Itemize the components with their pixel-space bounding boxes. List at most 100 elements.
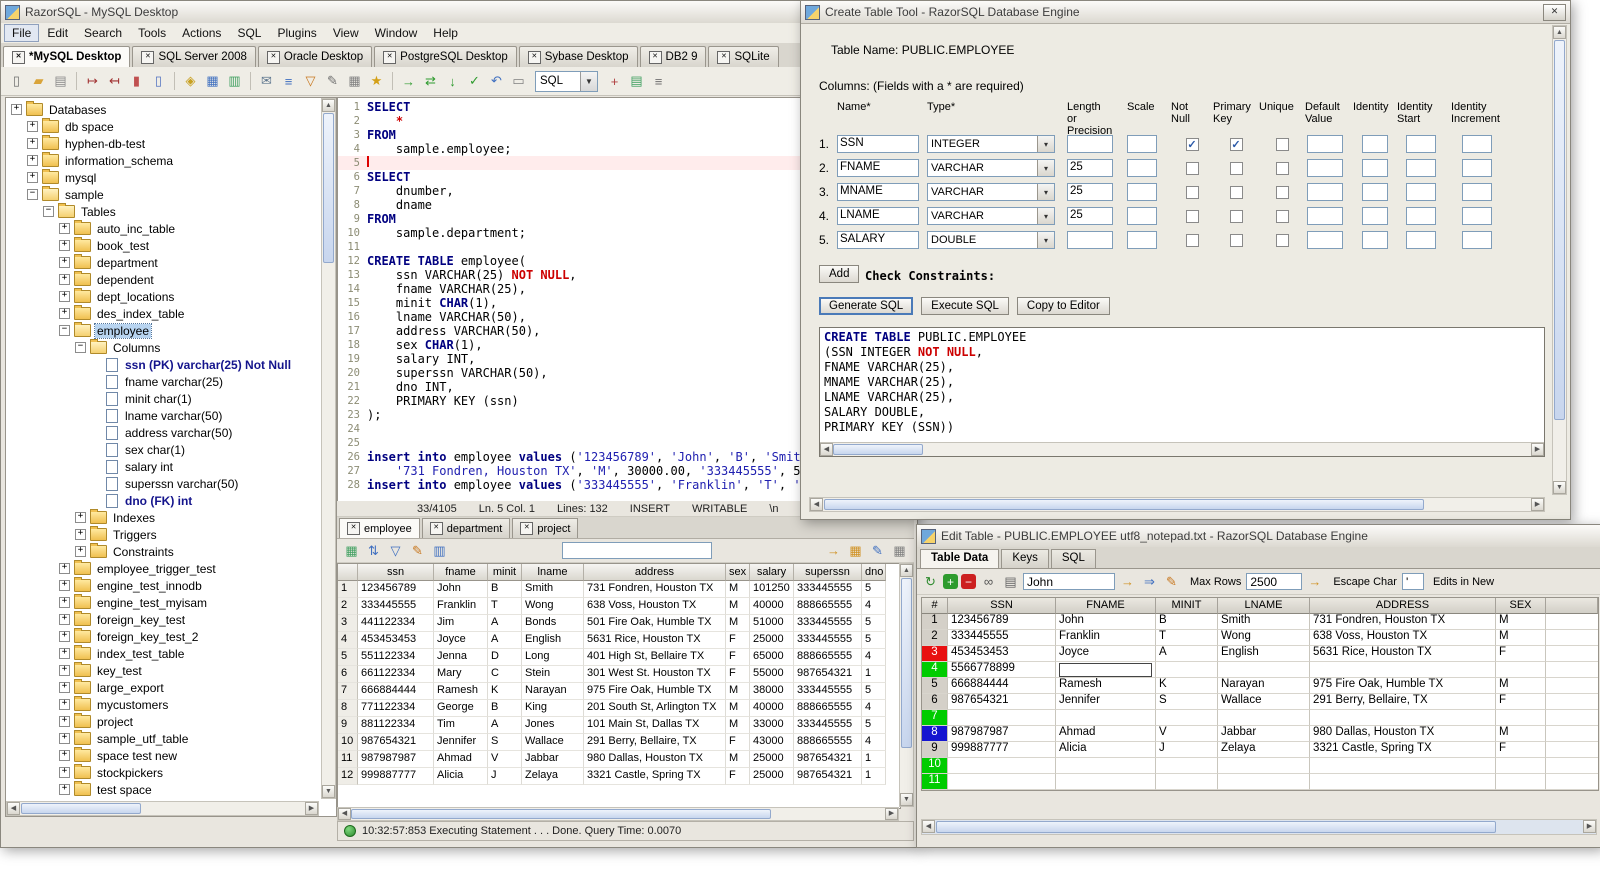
cell[interactable]: S [1156, 694, 1218, 710]
cell[interactable]: 33000 [750, 717, 794, 734]
table-row[interactable]: 3 441122334 Jim A Bonds 501 Fire Oak, Humble … [338, 615, 900, 632]
result-tab[interactable]: ✕ project [512, 518, 579, 538]
menu-tools[interactable]: Tools [130, 24, 174, 42]
cell[interactable]: Ahmad [1056, 726, 1156, 742]
tree-item[interactable]: − employee [7, 322, 320, 339]
results-vertical-scrollbar[interactable]: ▲ ▼ [899, 563, 914, 807]
column-header[interactable]: dno [862, 564, 886, 581]
cell[interactable]: C [488, 666, 522, 683]
cell[interactable]: M [726, 683, 750, 700]
edit-horizontal-scrollbar[interactable]: ◀ ▶ [921, 819, 1597, 835]
results-horizontal-scrollbar[interactable]: ◀ ▶ [337, 807, 899, 821]
collapse-icon[interactable]: − [27, 189, 38, 200]
not-null-checkbox[interactable]: ✓ [1185, 137, 1199, 151]
cell[interactable]: T [488, 598, 522, 615]
sql-horizontal-scrollbar[interactable]: ◀ ▶ [820, 442, 1544, 456]
result-tab[interactable]: ✕ employee [339, 518, 420, 538]
expand-icon[interactable]: + [59, 308, 70, 319]
cell[interactable] [1156, 710, 1218, 726]
cell[interactable]: 3321 Castle, Spring TX [584, 768, 726, 785]
column-header[interactable]: address [584, 564, 726, 581]
cell[interactable] [1218, 662, 1310, 678]
identity-input[interactable] [1362, 159, 1388, 177]
primary-key-checkbox[interactable] [1229, 185, 1243, 199]
expand-icon[interactable]: + [59, 614, 70, 625]
cell[interactable]: 40000 [750, 700, 794, 717]
tree-horizontal-scrollbar[interactable]: ◀ ▶ [6, 801, 319, 816]
cell[interactable]: 4 [862, 598, 886, 615]
row-number[interactable]: 3 [922, 646, 948, 662]
cell[interactable]: Jennifer [434, 734, 488, 751]
row-number[interactable]: 5 [922, 678, 948, 694]
close-tab-icon[interactable]: ✕ [266, 50, 280, 64]
chevron-down-icon[interactable]: ▼ [580, 71, 597, 91]
scrollbar-thumb[interactable] [323, 113, 334, 263]
tree-item[interactable]: fname varchar(25) [7, 373, 320, 390]
cell[interactable]: Wong [522, 598, 584, 615]
menu-help[interactable]: Help [425, 24, 466, 42]
default-value-input[interactable] [1307, 183, 1343, 201]
expand-icon[interactable]: + [59, 699, 70, 710]
row-number[interactable]: 8 [922, 726, 948, 742]
expand-icon[interactable]: + [59, 631, 70, 642]
cell[interactable]: F [1496, 742, 1546, 758]
cell[interactable]: F [1496, 694, 1546, 710]
column-name-input[interactable]: SSN [837, 135, 919, 153]
identity-increment-input[interactable] [1462, 183, 1492, 201]
cell[interactable]: 5 [862, 615, 886, 632]
identity-start-input[interactable] [1406, 231, 1436, 249]
cell[interactable]: 999887777 [358, 768, 434, 785]
default-value-input[interactable] [1307, 207, 1343, 225]
cell[interactable]: 666884444 [948, 678, 1056, 694]
cell[interactable]: V [488, 751, 522, 768]
cell[interactable]: M [726, 598, 750, 615]
scrollbar-thumb[interactable] [833, 444, 923, 455]
column-type-select[interactable]: INTEGER ▾ [927, 135, 1055, 153]
cell[interactable]: K [488, 683, 522, 700]
scrollbar-thumb[interactable] [351, 809, 771, 819]
cell[interactable]: 888665555 [794, 649, 862, 666]
column-header[interactable]: ADDRESS [1310, 598, 1496, 614]
table-row[interactable]: 1 123456789 John B Smith 731 Fondren, Houston… [338, 581, 900, 598]
menu-search[interactable]: Search [76, 24, 130, 42]
cell[interactable]: B [488, 581, 522, 598]
cell[interactable]: 888665555 [794, 734, 862, 751]
identity-increment-input[interactable] [1462, 159, 1492, 177]
cell[interactable]: 987654321 [794, 751, 862, 768]
cell[interactable]: George [434, 700, 488, 717]
menu-window[interactable]: Window [367, 24, 426, 42]
tree-item[interactable]: + stockpickers [7, 764, 320, 781]
expand-icon[interactable]: + [59, 750, 70, 761]
tree-item[interactable]: − sample [7, 186, 320, 203]
close-tab-icon[interactable]: ✕ [429, 522, 443, 535]
row-number[interactable]: 1 [922, 614, 948, 630]
identity-start-input[interactable] [1406, 183, 1436, 201]
connect-icon[interactable]: ↦ [83, 72, 102, 91]
preview-icon[interactable]: ∞ [979, 572, 998, 591]
search-input[interactable] [1023, 573, 1115, 590]
expand-icon[interactable]: + [59, 784, 70, 795]
menu-edit[interactable]: Edit [39, 24, 76, 42]
search-next-icon[interactable]: ⇒ [1140, 572, 1159, 591]
column-header[interactable]: ssn [358, 564, 434, 581]
cell[interactable]: F [726, 734, 750, 751]
cell[interactable]: 1 [862, 666, 886, 683]
cell[interactable]: 551122334 [358, 649, 434, 666]
chevron-down-icon[interactable]: ▾ [1037, 160, 1054, 176]
delete-row-icon[interactable]: − [961, 574, 976, 589]
max-rows-input[interactable] [1246, 573, 1303, 590]
column-header[interactable]: SEX [1496, 598, 1546, 614]
cell[interactable]: King [522, 700, 584, 717]
cell[interactable]: 65000 [750, 649, 794, 666]
identity-input[interactable] [1362, 207, 1388, 225]
edit-cell-icon[interactable]: ✎ [1162, 572, 1181, 591]
tree-item[interactable]: + department [7, 254, 320, 271]
menu-sql[interactable]: SQL [229, 24, 269, 42]
tree-item[interactable]: + project [7, 713, 320, 730]
scrollbar-thumb[interactable] [21, 803, 141, 814]
not-null-checkbox[interactable] [1185, 233, 1199, 247]
chevron-down-icon[interactable]: ▾ [1037, 208, 1054, 224]
column-header[interactable]: fname [434, 564, 488, 581]
disconnect-icon[interactable]: ↤ [105, 72, 124, 91]
close-tab-icon[interactable]: ✕ [648, 50, 662, 64]
